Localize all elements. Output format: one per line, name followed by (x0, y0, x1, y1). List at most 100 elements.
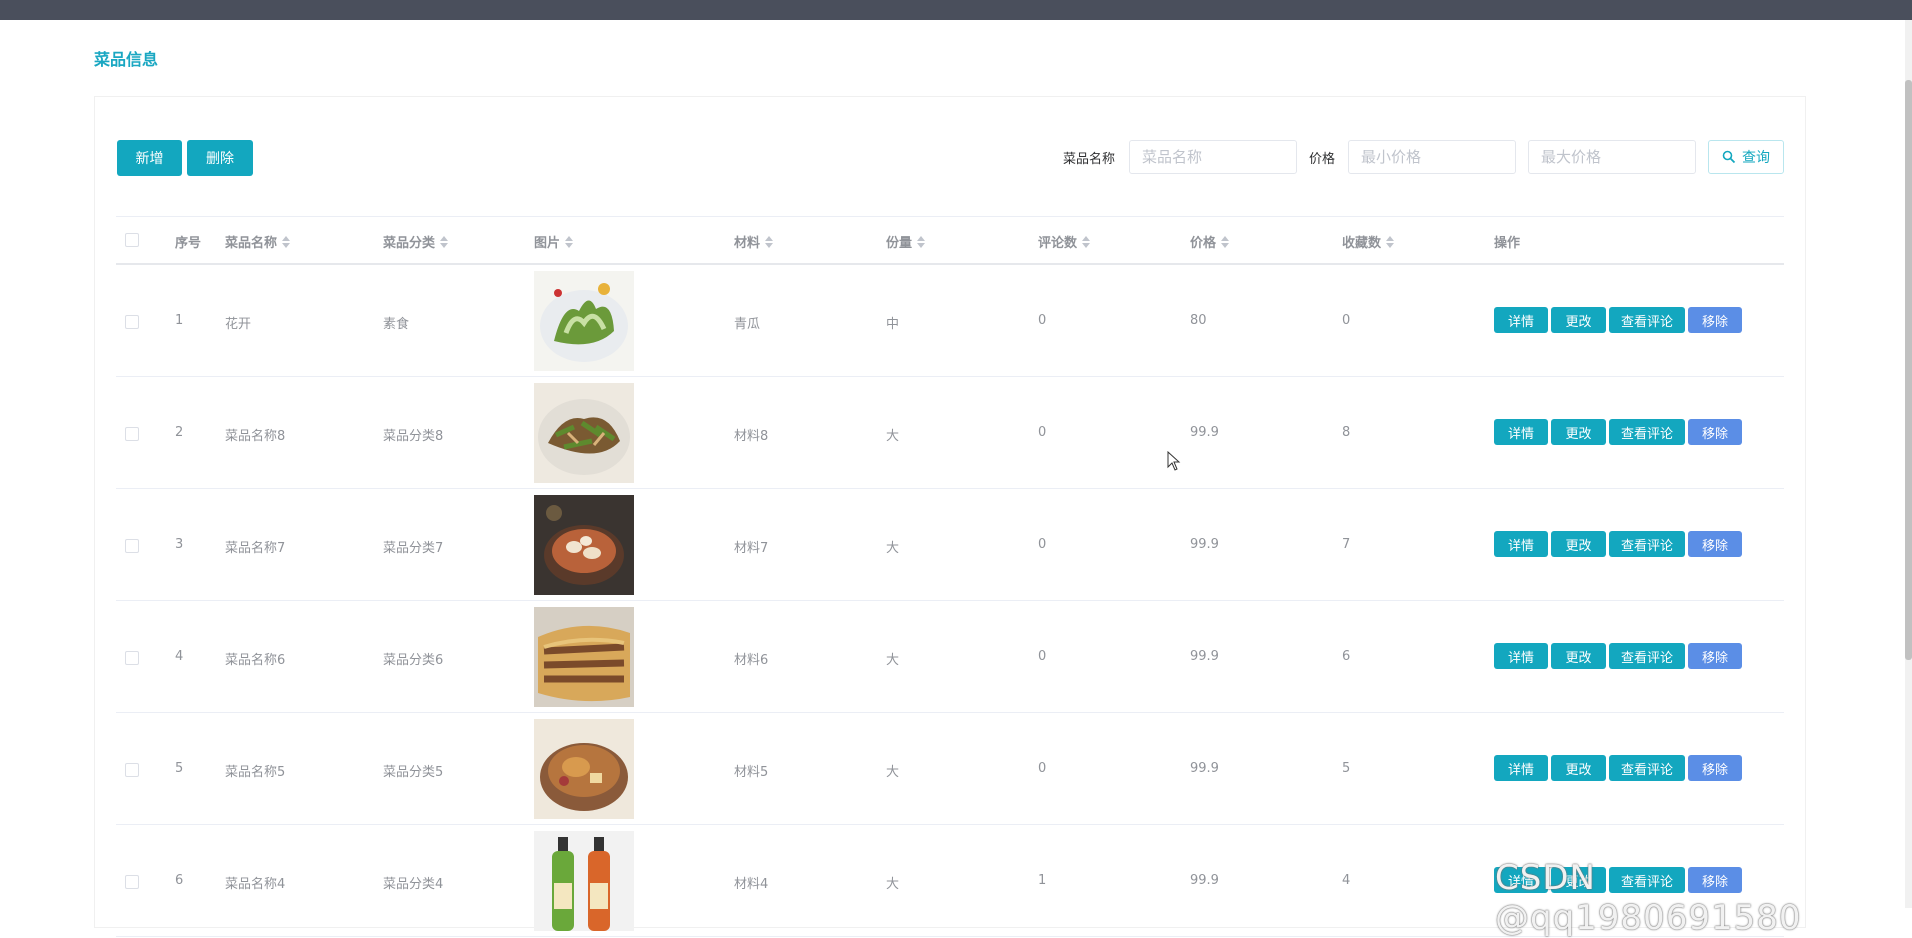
dish-image[interactable] (534, 719, 634, 819)
view-comments-button[interactable]: 查看评论 (1609, 307, 1685, 333)
search-icon (1722, 150, 1736, 164)
row-checkbox[interactable] (125, 315, 139, 329)
cell-favorites: 5 (1342, 761, 1351, 776)
cell-index: 1 (175, 313, 184, 328)
view-comments-button[interactable]: 查看评论 (1609, 419, 1685, 445)
header-category[interactable]: 菜品分类 (383, 232, 449, 251)
row-checkbox[interactable] (125, 763, 139, 777)
query-button[interactable]: 查询 (1708, 140, 1784, 174)
vertical-scrollbar[interactable] (1905, 20, 1912, 908)
table-row: 3 菜品名称7 菜品分类7 材料7 大 0 99.9 7 详情 更改 查看评论 … (116, 489, 1784, 601)
mouse-cursor-icon (1167, 451, 1181, 471)
watermark-text: CSDN @qq1980691580 (1495, 858, 1802, 938)
header-portion[interactable]: 份量 (886, 232, 926, 251)
header-name[interactable]: 菜品名称 (225, 232, 291, 251)
sort-icon (1221, 235, 1230, 248)
cell-favorites: 7 (1342, 537, 1351, 552)
row-checkbox[interactable] (125, 539, 139, 553)
cell-material: 材料8 (734, 429, 769, 444)
cell-category: 菜品分类5 (383, 765, 444, 780)
view-comments-button[interactable]: 查看评论 (1609, 531, 1685, 557)
edit-button[interactable]: 更改 (1551, 419, 1606, 445)
delete-button[interactable]: 删除 (187, 140, 253, 176)
detail-button[interactable]: 详情 (1494, 307, 1548, 333)
max-price-input[interactable] (1528, 140, 1696, 174)
row-checkbox[interactable] (125, 427, 139, 441)
cell-name: 花开 (225, 317, 252, 332)
remove-button[interactable]: 移除 (1688, 643, 1742, 669)
cell-category: 菜品分类8 (383, 429, 444, 444)
row-actions: 详情 更改 查看评论 移除 (1494, 419, 1742, 445)
sort-icon (765, 235, 774, 248)
cell-favorites: 6 (1342, 649, 1351, 664)
sort-icon (917, 235, 926, 248)
cell-material: 材料6 (734, 653, 769, 668)
dish-image[interactable] (534, 607, 634, 707)
detail-button[interactable]: 详情 (1494, 419, 1548, 445)
cell-comments: 0 (1038, 313, 1047, 328)
cell-material: 青瓜 (734, 317, 761, 332)
header-comments[interactable]: 评论数 (1038, 232, 1091, 251)
cell-name: 菜品名称6 (225, 653, 286, 668)
sort-icon (440, 235, 449, 248)
edit-button[interactable]: 更改 (1551, 531, 1606, 557)
dish-image[interactable] (534, 383, 634, 483)
detail-button[interactable]: 详情 (1494, 755, 1548, 781)
cell-portion: 大 (886, 429, 900, 444)
row-checkbox[interactable] (125, 651, 139, 665)
table-row: 5 菜品名称5 菜品分类5 材料5 大 0 99.9 5 详情 更改 查看评论 … (116, 713, 1784, 825)
cell-index: 5 (175, 761, 184, 776)
detail-button[interactable]: 详情 (1494, 643, 1548, 669)
sort-icon (282, 235, 291, 248)
cell-index: 6 (175, 873, 184, 888)
header-price[interactable]: 价格 (1190, 232, 1230, 251)
detail-button[interactable]: 详情 (1494, 531, 1548, 557)
cell-category: 菜品分类6 (383, 653, 444, 668)
name-filter-input[interactable] (1129, 140, 1297, 174)
header-image[interactable]: 图片 (534, 232, 574, 251)
remove-button[interactable]: 移除 (1688, 307, 1742, 333)
select-all-checkbox[interactable] (125, 233, 139, 247)
remove-button[interactable]: 移除 (1688, 531, 1742, 557)
cell-favorites: 8 (1342, 425, 1351, 440)
dish-image[interactable] (534, 271, 634, 371)
remove-button[interactable]: 移除 (1688, 755, 1742, 781)
remove-button[interactable]: 移除 (1688, 419, 1742, 445)
dish-image[interactable] (534, 831, 634, 931)
cell-index: 2 (175, 425, 184, 440)
cell-name: 菜品名称7 (225, 541, 286, 556)
cell-comments: 0 (1038, 761, 1047, 776)
dish-image[interactable] (534, 495, 634, 595)
add-button[interactable]: 新增 (117, 140, 182, 176)
header-material[interactable]: 材料 (734, 232, 774, 251)
table-row: 4 菜品名称6 菜品分类6 材料6 大 0 99.9 6 详情 更改 查看评论 … (116, 601, 1784, 713)
cell-price: 99.9 (1190, 537, 1219, 552)
scrollbar-thumb[interactable] (1905, 80, 1912, 660)
price-filter-label: 价格 (1309, 152, 1336, 167)
cell-portion: 大 (886, 877, 900, 892)
cell-category: 菜品分类7 (383, 541, 444, 556)
cell-portion: 大 (886, 653, 900, 668)
header-favorites[interactable]: 收藏数 (1342, 232, 1395, 251)
view-comments-button[interactable]: 查看评论 (1609, 643, 1685, 669)
edit-button[interactable]: 更改 (1551, 307, 1606, 333)
cell-name: 菜品名称4 (225, 877, 286, 892)
row-checkbox[interactable] (125, 875, 139, 889)
row-actions: 详情 更改 查看评论 移除 (1494, 307, 1742, 333)
cell-category: 菜品分类4 (383, 877, 444, 892)
cell-name: 菜品名称8 (225, 429, 286, 444)
sort-icon (1386, 235, 1395, 248)
table-header: 序号 菜品名称 菜品分类 图片 材料 份量 评论数 价格 收藏数 操作 (116, 216, 1784, 265)
cell-comments: 0 (1038, 649, 1047, 664)
cell-portion: 大 (886, 765, 900, 780)
view-comments-button[interactable]: 查看评论 (1609, 755, 1685, 781)
cell-favorites: 4 (1342, 873, 1351, 888)
cell-comments: 1 (1038, 873, 1047, 888)
edit-button[interactable]: 更改 (1551, 755, 1606, 781)
edit-button[interactable]: 更改 (1551, 643, 1606, 669)
cell-price: 99.9 (1190, 425, 1219, 440)
min-price-input[interactable] (1348, 140, 1516, 174)
table-row: 2 菜品名称8 菜品分类8 材料8 大 0 99.9 8 详情 更改 查看评论 … (116, 377, 1784, 489)
name-filter-label: 菜品名称 (1063, 152, 1116, 167)
cell-index: 4 (175, 649, 184, 664)
